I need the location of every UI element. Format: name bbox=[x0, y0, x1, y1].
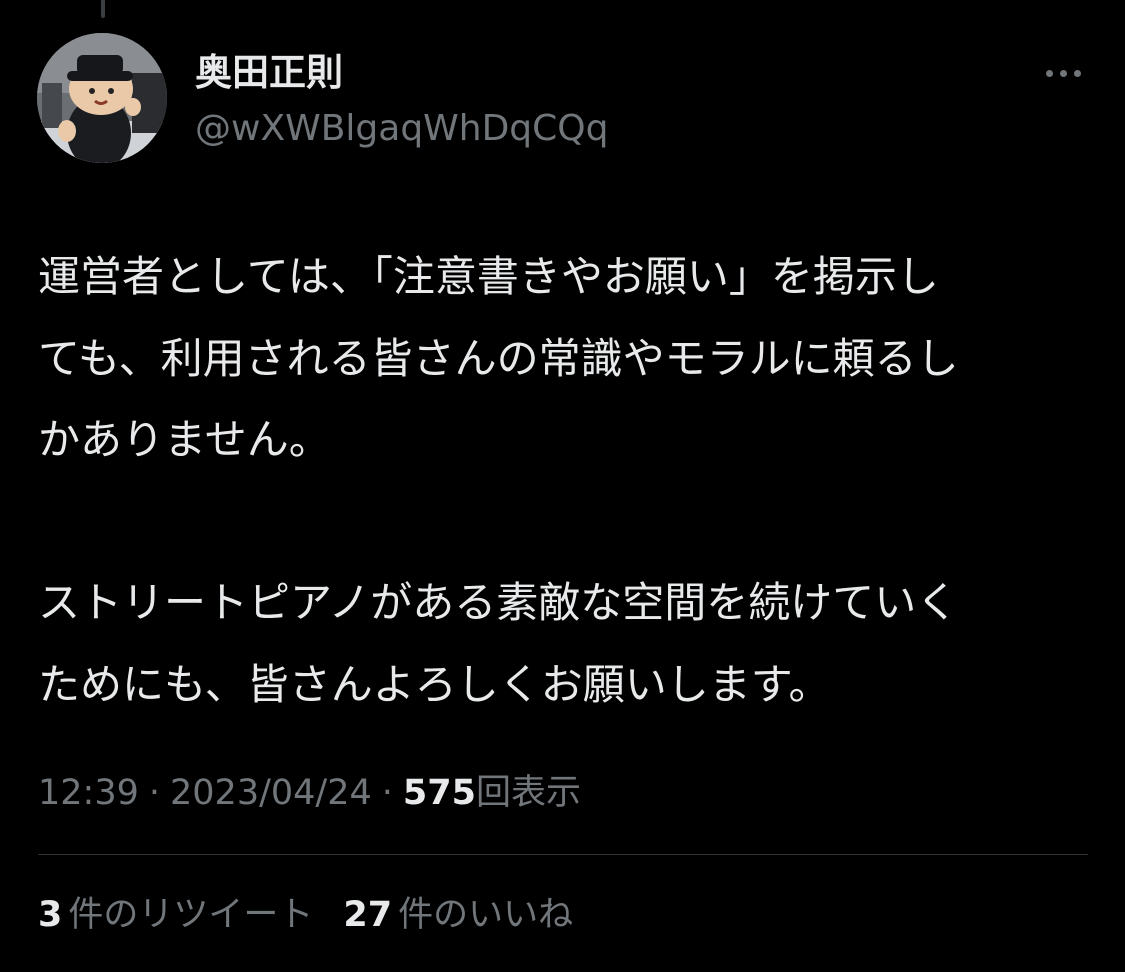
more-options-button[interactable] bbox=[1036, 56, 1090, 90]
tweet-date[interactable]: 2023/04/24 bbox=[170, 773, 372, 813]
tweet-text-line: ても、利用される皆さんの常識やモラルに頼るし bbox=[38, 333, 959, 383]
views-count: 575 bbox=[402, 773, 476, 813]
more-horizontal-icon bbox=[1045, 69, 1053, 77]
meta-separator: · bbox=[381, 773, 393, 813]
tweet-text-line: 運営者としては、「注意書きやお願い」を掲示し bbox=[38, 252, 939, 301]
tweet-text-line: かありません。 bbox=[38, 415, 331, 464]
likes-stat[interactable]: 27 件のいいね bbox=[343, 895, 573, 935]
views-label: 回表示 bbox=[475, 773, 581, 813]
avatar-image bbox=[37, 33, 167, 163]
tweet-text-line: ストリートピアノがある素敵な空間を続けていく bbox=[38, 578, 959, 627]
tweet-text-line: ためにも、皆さんよろしくお願いします。 bbox=[38, 659, 831, 709]
more-horizontal-icon-dot bbox=[1059, 69, 1067, 77]
tweet-text-blank-line bbox=[38, 481, 1098, 563]
tweet-text: 運営者としては、「注意書きやお願い」を掲示し ても、利用される皆さんの常識やモラ… bbox=[38, 236, 1098, 725]
retweets-count: 3 bbox=[38, 895, 63, 935]
engagement-stats: 3 件のリツイート 27 件のいいね bbox=[38, 890, 573, 940]
meta-separator: · bbox=[148, 773, 161, 813]
retweets-stat[interactable]: 3 件のリツイート bbox=[38, 895, 313, 935]
avatar[interactable] bbox=[37, 33, 167, 163]
more-horizontal-icon-dot bbox=[1073, 69, 1081, 77]
divider bbox=[38, 854, 1088, 855]
likes-label: 件のいいね bbox=[398, 895, 574, 935]
thread-connector-line bbox=[101, 0, 105, 18]
author-display-name[interactable]: 奥田正則 bbox=[195, 50, 343, 96]
retweets-label: 件のリツイート bbox=[68, 895, 314, 935]
author-handle[interactable]: @wXWBlgaqWhDqCQq bbox=[195, 106, 608, 152]
likes-count: 27 bbox=[343, 895, 393, 935]
tweet-meta: 12:39 · 2023/04/24 · 575回表示 bbox=[38, 768, 581, 818]
tweet-time[interactable]: 12:39 bbox=[38, 773, 139, 813]
